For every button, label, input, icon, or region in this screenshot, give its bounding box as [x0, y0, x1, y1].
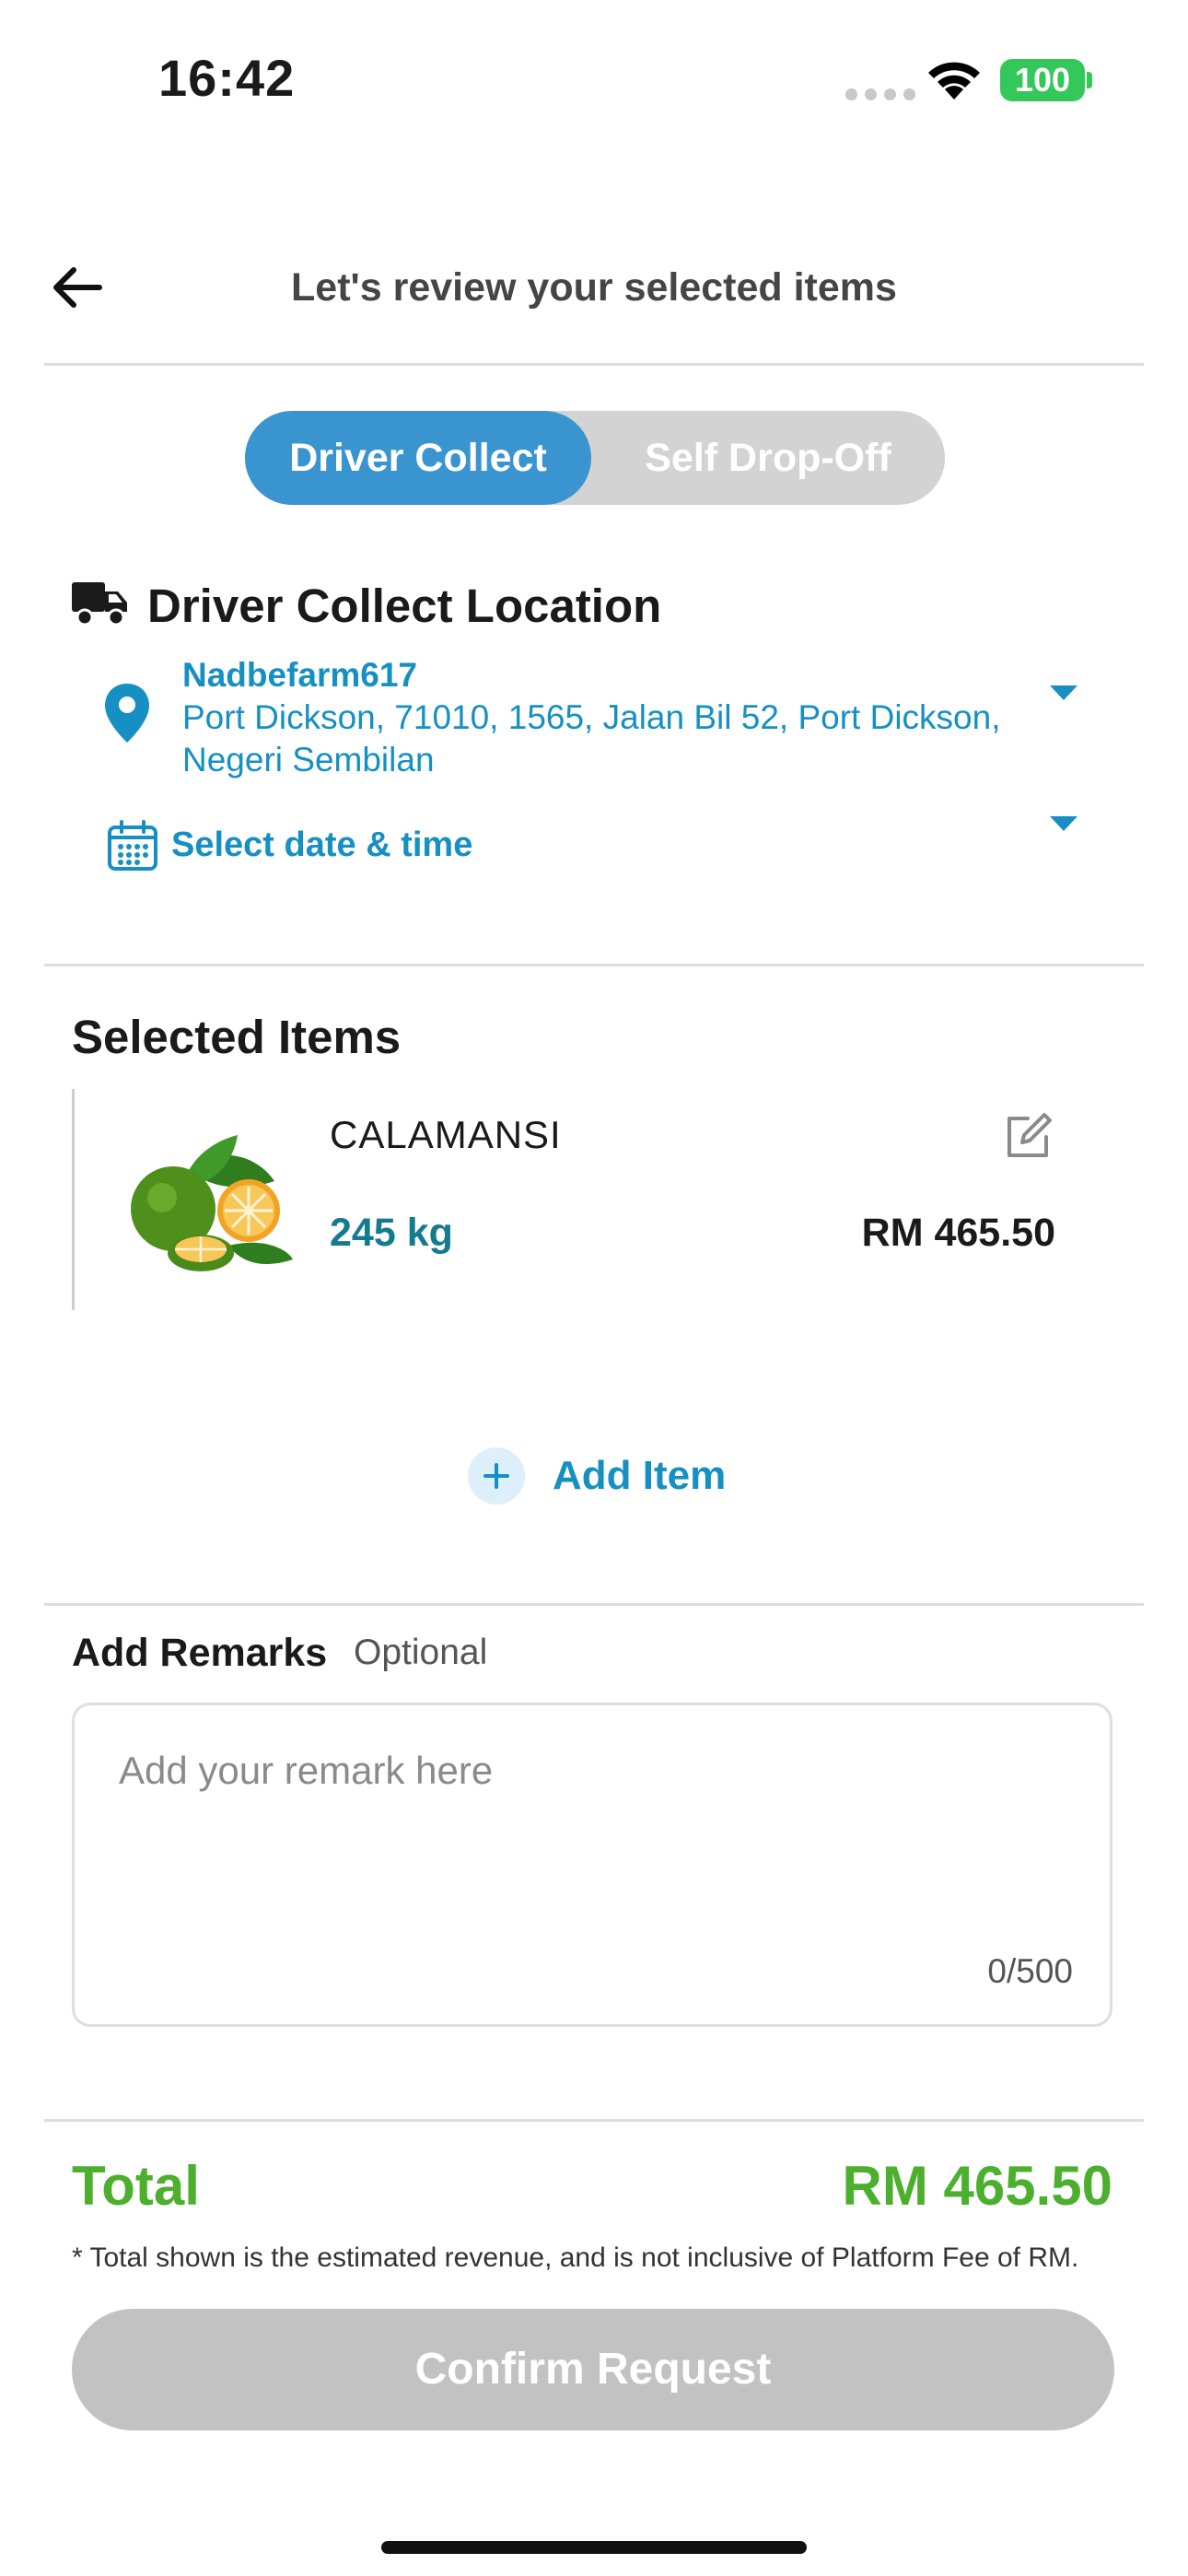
section-divider	[44, 2119, 1144, 2122]
wifi-icon	[928, 62, 980, 100]
tab-driver-collect[interactable]: Driver Collect	[245, 411, 591, 505]
remarks-title: Add Remarks	[72, 1631, 328, 1675]
calendar-icon	[108, 820, 157, 871]
total-disclaimer: * Total shown is the estimated revenue, …	[72, 2242, 1079, 2273]
character-counter: 0/500	[987, 1952, 1073, 1990]
plus-icon	[468, 1447, 525, 1505]
location-pin-icon	[105, 684, 149, 743]
select-date-time-button[interactable]: Select date & time	[171, 825, 472, 865]
location-address: Port Dickson, 71010, 1565, Jalan Bil 52,…	[182, 698, 1001, 779]
total-value: RM 465.50	[842, 2155, 1113, 2217]
section-divider	[44, 1603, 1144, 1606]
location-name: Nadbefarm617	[182, 656, 418, 694]
calamansi-image	[131, 1135, 293, 1271]
status-time: 16:42	[158, 49, 296, 107]
battery-tip	[1087, 72, 1092, 88]
location-section-title: Driver Collect Location	[147, 580, 662, 632]
remarks-textarea-container: 0/500	[72, 1703, 1112, 2027]
selected-items-title: Selected Items	[72, 1011, 402, 1063]
location-dropdown-chevron-icon[interactable]	[1050, 685, 1077, 700]
optional-label: Optional	[354, 1633, 488, 1672]
add-item-button[interactable]: Add Item	[468, 1446, 726, 1505]
cellular-signal-icon	[845, 88, 915, 100]
truck-icon	[72, 582, 127, 626]
add-item-label: Add Item	[553, 1453, 727, 1498]
item-name: CALAMANSI	[330, 1113, 562, 1156]
item-quantity: 245 kg	[330, 1211, 453, 1255]
total-label: Total	[72, 2155, 200, 2217]
header-divider	[44, 363, 1144, 366]
section-divider	[44, 964, 1144, 966]
confirm-request-button[interactable]: Confirm Request	[72, 2309, 1114, 2430]
battery-indicator: 100	[1000, 59, 1085, 101]
tab-self-drop-off[interactable]: Self Drop-Off	[591, 411, 945, 505]
item-price: RM 465.50	[861, 1211, 1055, 1255]
date-dropdown-chevron-icon[interactable]	[1050, 816, 1077, 831]
home-indicator	[381, 2541, 807, 2554]
edit-icon[interactable]	[1002, 1111, 1054, 1163]
item-left-border	[72, 1089, 75, 1310]
page-title: Let's review your selected items	[291, 265, 897, 310]
remarks-input[interactable]	[117, 1748, 1060, 1794]
